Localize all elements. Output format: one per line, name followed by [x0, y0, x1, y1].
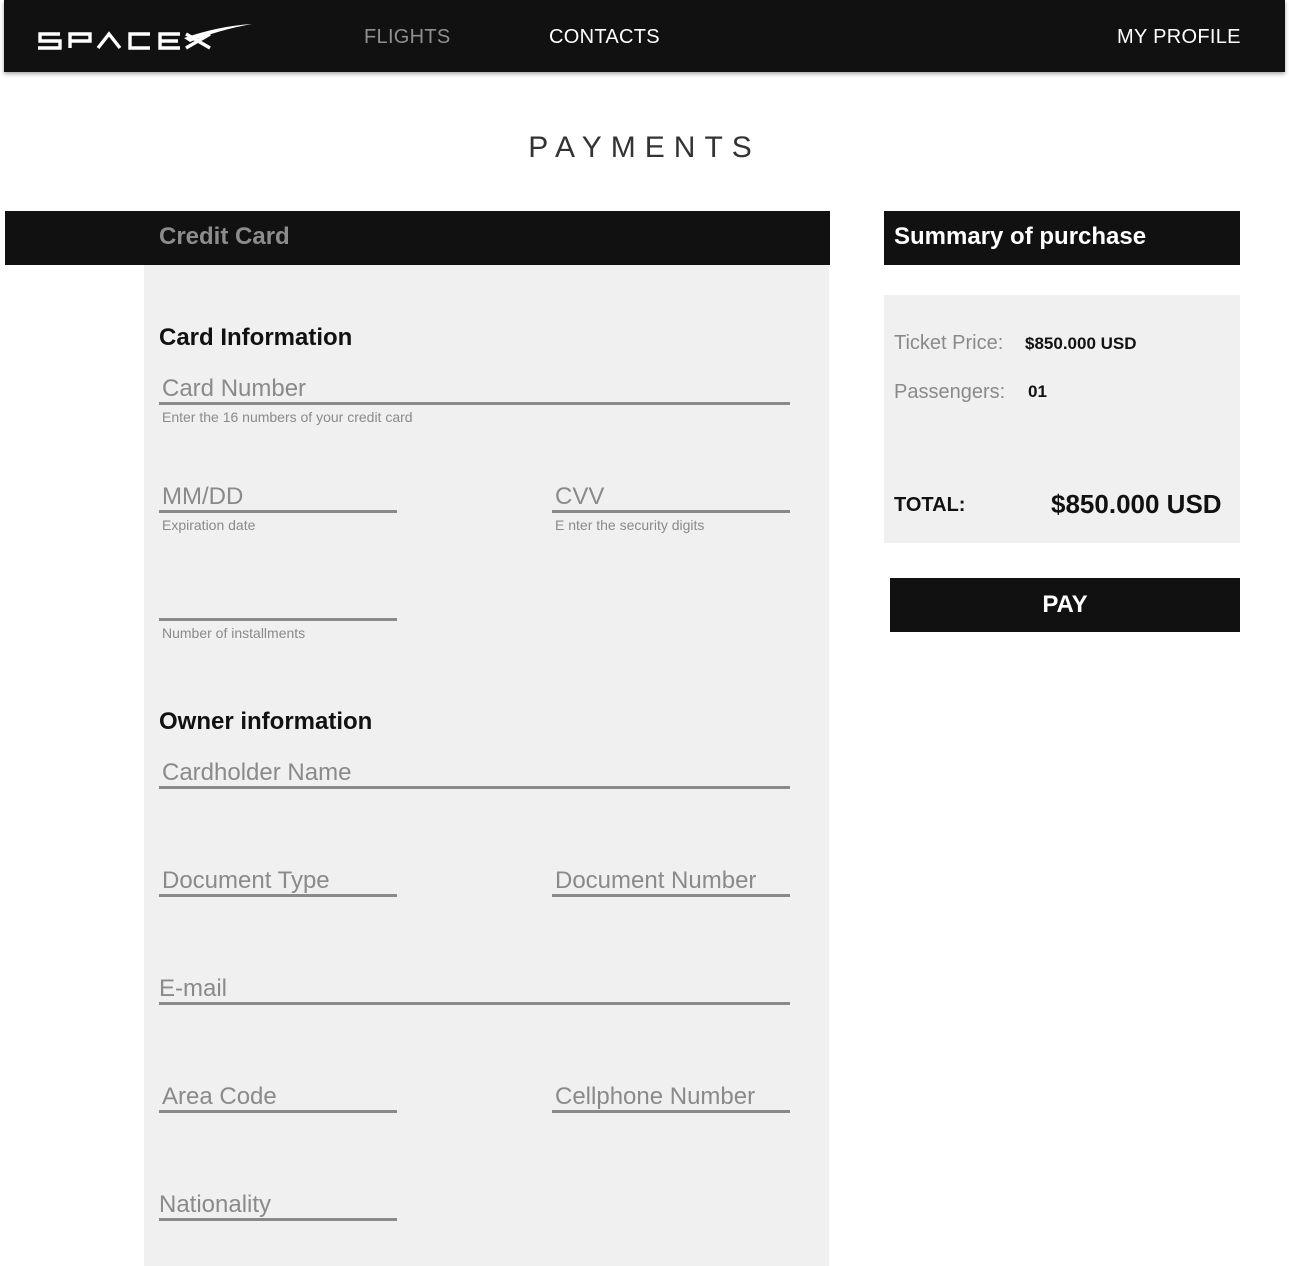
credit-card-header [5, 211, 830, 265]
pay-button[interactable]: PAY [890, 578, 1240, 632]
card-number-input[interactable]: Card Number [162, 375, 306, 403]
installments-underline [159, 618, 397, 621]
nationality-input[interactable]: Nationality [159, 1191, 271, 1219]
passengers-label: Passengers: [894, 381, 1006, 403]
nav-link-flights[interactable]: FLIGHTS [364, 25, 451, 49]
expiration-date-input[interactable]: MM/DD [162, 483, 243, 511]
ticket-price-value: $850.000 USD [1025, 334, 1137, 353]
document-type-input[interactable]: Document Type [162, 867, 330, 895]
owner-information-title: Owner information [159, 708, 373, 735]
total-value: $850.000 USD [1051, 489, 1222, 519]
cvv-underline [552, 510, 790, 513]
cardholder-name-underline [159, 786, 790, 789]
card-number-underline [159, 402, 790, 405]
cvv-input[interactable]: CVV [555, 483, 604, 511]
email-underline [159, 1002, 790, 1005]
cvv-hint: E nter the security digits [555, 517, 705, 533]
installments-input[interactable] [162, 591, 397, 619]
expiration-date-underline [159, 510, 397, 513]
page-title: PAYMENTS [528, 131, 761, 164]
nationality-underline [159, 1218, 397, 1221]
spacex-logo[interactable] [34, 20, 256, 56]
summary-title: Summary of purchase [894, 223, 1147, 250]
expiration-date-hint: Expiration date [162, 517, 256, 533]
nav-link-contacts[interactable]: CONTACTS [549, 25, 660, 49]
card-number-hint: Enter the 16 numbers of your credit card [162, 409, 413, 425]
document-number-underline [552, 894, 790, 897]
nav-link-my-profile[interactable]: MY PROFILE [1117, 25, 1241, 49]
card-information-title: Card Information [159, 324, 353, 351]
cellphone-number-input[interactable]: Cellphone Number [555, 1083, 755, 1111]
cardholder-name-input[interactable]: Cardholder Name [162, 759, 351, 787]
passengers-value: 01 [1028, 382, 1047, 401]
email-input[interactable]: E-mail [159, 975, 227, 1003]
installments-hint: Number of installments [162, 625, 306, 641]
credit-card-tab-label[interactable]: Credit Card [159, 223, 290, 251]
ticket-price-label: Ticket Price: [894, 332, 1004, 354]
cellphone-number-underline [552, 1110, 790, 1113]
document-type-underline [159, 894, 397, 897]
document-number-input[interactable]: Document Number [555, 867, 756, 895]
area-code-underline [159, 1110, 397, 1113]
area-code-input[interactable]: Area Code [162, 1083, 277, 1111]
total-label: TOTAL: [894, 494, 966, 516]
